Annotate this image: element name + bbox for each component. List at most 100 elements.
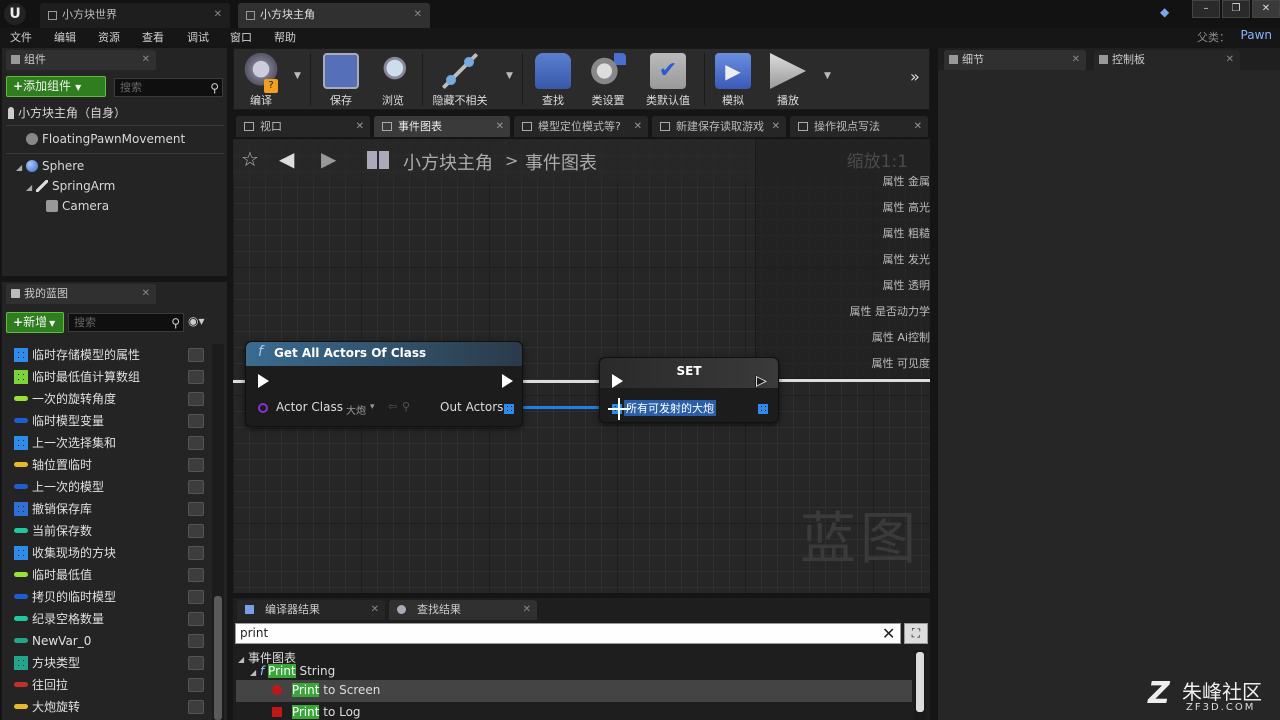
- variable-item[interactable]: 收集现场的方块: [6, 542, 206, 564]
- play-button[interactable]: 播放: [764, 49, 812, 109]
- visibility-toggle-icon[interactable]: [188, 612, 204, 626]
- use-selected-arrow-icon[interactable]: ⇦: [388, 400, 397, 413]
- close-icon[interactable]: ✕: [634, 116, 642, 137]
- clear-search-icon[interactable]: ✕: [882, 624, 895, 643]
- tab-viewport[interactable]: 视口 ✕: [236, 116, 370, 137]
- details-tab[interactable]: 细节 ✕: [944, 50, 1086, 70]
- close-icon[interactable]: ✕: [371, 600, 379, 620]
- variable-item[interactable]: 撤销保存库: [6, 498, 206, 520]
- menu-edit[interactable]: 编辑: [54, 29, 76, 45]
- find-button[interactable]: 查找: [530, 49, 576, 109]
- tab-function[interactable]: 新建保存读取游戏 ✕: [652, 116, 786, 137]
- expand-arrow-icon[interactable]: ◢: [26, 183, 32, 192]
- visibility-toggle-icon[interactable]: [188, 480, 204, 494]
- menu-view[interactable]: 查看: [142, 29, 164, 45]
- close-icon[interactable]: ✕: [914, 116, 922, 137]
- browse-magnifier-icon[interactable]: ⚲: [402, 400, 410, 413]
- visibility-toggle-icon[interactable]: [188, 370, 204, 384]
- variable-item[interactable]: 临时存储模型的属性: [6, 344, 206, 366]
- find-results-tab[interactable]: 查找结果 ✕: [389, 600, 537, 620]
- forward-arrow-icon[interactable]: ▶: [321, 147, 336, 171]
- find-in-all-blueprints-button[interactable]: ⛶: [904, 623, 928, 644]
- event-graph-canvas[interactable]: ☆ ◀ ▶ 小方块主角 > 事件图表 缩放1:1 属性 金属属性 高光属性 粗糙…: [233, 139, 930, 593]
- component-item[interactable]: ◢ Sphere: [16, 159, 84, 173]
- property-node-label[interactable]: 属性 金属: [883, 173, 931, 189]
- close-icon[interactable]: ✕: [496, 116, 504, 137]
- results-scrollbar[interactable]: [914, 650, 926, 720]
- visibility-toggle-icon[interactable]: [188, 524, 204, 538]
- component-root-item[interactable]: 小方块主角（自身）: [8, 104, 126, 121]
- menu-window[interactable]: 窗口: [230, 29, 252, 45]
- compile-button[interactable]: ? 编译: [238, 49, 284, 109]
- window-tab-world[interactable]: 小方块世界 ✕: [40, 3, 230, 28]
- back-arrow-icon[interactable]: ◀: [279, 147, 294, 171]
- blueprint-search-input[interactable]: 搜索 ⚲: [68, 313, 184, 332]
- visibility-toggle-icon[interactable]: [188, 436, 204, 450]
- property-node-label[interactable]: 属性 发光: [883, 251, 931, 267]
- close-icon[interactable]: ✕: [142, 284, 150, 304]
- variable-item[interactable]: 当前保存数: [6, 520, 206, 542]
- close-icon[interactable]: ✕: [1226, 50, 1234, 70]
- visibility-toggle-icon[interactable]: [188, 568, 204, 582]
- menu-asset[interactable]: 资源: [98, 29, 120, 45]
- property-node-label[interactable]: 属性 高光: [883, 199, 931, 215]
- component-item[interactable]: FloatingPawnMovement: [26, 132, 185, 146]
- visibility-toggle-icon[interactable]: [188, 392, 204, 406]
- notification-icon[interactable]: ◆: [1160, 5, 1174, 19]
- browse-button[interactable]: 浏览: [370, 49, 416, 109]
- add-component-button[interactable]: +添加组件 ▼: [6, 76, 106, 97]
- new-item-button[interactable]: +新增 ▼: [6, 312, 64, 333]
- close-icon[interactable]: ✕: [414, 3, 422, 27]
- class-dropdown[interactable]: 大炮: [346, 402, 366, 417]
- property-node-label[interactable]: 属性 透明: [883, 277, 931, 293]
- variable-item[interactable]: 上一次选择集和: [6, 432, 206, 454]
- components-tab[interactable]: 组件 ✕: [6, 50, 156, 70]
- save-button[interactable]: 保存: [318, 49, 364, 109]
- property-node-label[interactable]: 属性 是否动力学: [850, 303, 931, 319]
- compile-options-chevron-icon[interactable]: ▼: [294, 71, 301, 81]
- breadcrumb-root[interactable]: 小方块主角: [403, 149, 493, 175]
- variable-item[interactable]: 方块类型: [6, 652, 206, 674]
- result-item[interactable]: Print to Log: [272, 705, 361, 719]
- chevron-down-icon[interactable]: ▾: [370, 402, 375, 412]
- variable-item[interactable]: 大炮旋转: [6, 696, 206, 718]
- visibility-toggle-icon[interactable]: [188, 546, 204, 560]
- array-out-pin[interactable]: [504, 404, 514, 414]
- components-search-input[interactable]: 搜索 ⚲: [114, 78, 223, 97]
- variable-item[interactable]: 一次的旋转角度: [6, 388, 206, 410]
- visibility-toggle-icon[interactable]: [188, 678, 204, 692]
- scrollbar-thumb[interactable]: [916, 652, 924, 712]
- component-item[interactable]: Camera: [46, 199, 109, 213]
- menu-file[interactable]: 文件: [10, 29, 32, 45]
- menu-help[interactable]: 帮助: [274, 29, 296, 45]
- variable-item[interactable]: NewVar_0: [6, 630, 206, 652]
- class-settings-button[interactable]: 类设置: [584, 49, 632, 109]
- close-window-button[interactable]: ✕: [1252, 0, 1280, 18]
- visibility-toggle-icon[interactable]: [188, 502, 204, 516]
- parent-class-link[interactable]: Pawn: [1241, 28, 1272, 42]
- get-all-actors-node[interactable]: f Get All Actors Of Class Actor Class 大炮…: [245, 341, 523, 427]
- view-options-eye-icon[interactable]: ◉▾: [188, 314, 205, 328]
- expand-arrow-icon[interactable]: ◢: [238, 655, 244, 664]
- variable-item[interactable]: 上一次的模型: [6, 476, 206, 498]
- property-node-label[interactable]: 属性 Ai控制: [872, 329, 930, 345]
- maximize-button[interactable]: ❐: [1222, 0, 1250, 18]
- set-variable-node[interactable]: SET ▷ 所有可发射的大炮: [599, 357, 779, 423]
- result-item[interactable]: Print to Screen: [272, 683, 380, 697]
- window-tab-pawn[interactable]: 小方块主角 ✕: [238, 3, 430, 28]
- variable-item[interactable]: 临时最低值计算数组: [6, 366, 206, 388]
- tab-function[interactable]: 操作视点写法 ✕: [790, 116, 928, 137]
- visibility-toggle-icon[interactable]: [188, 414, 204, 428]
- visibility-toggle-icon[interactable]: [188, 700, 204, 714]
- variable-item[interactable]: 临时最低值: [6, 564, 206, 586]
- find-query-input[interactable]: print: [235, 623, 901, 644]
- visibility-toggle-icon[interactable]: [188, 348, 204, 362]
- variable-item[interactable]: 往回拉: [6, 674, 206, 696]
- property-node-label[interactable]: 属性 粗糙: [883, 225, 931, 241]
- visibility-toggle-icon[interactable]: [188, 458, 204, 472]
- star-icon[interactable]: ☆: [241, 147, 259, 171]
- variable-item[interactable]: 拷贝的临时模型: [6, 586, 206, 608]
- variable-item[interactable]: 临时模型变量: [6, 410, 206, 432]
- component-item[interactable]: ◢ SpringArm: [26, 179, 115, 193]
- variable-item[interactable]: 纪录空格数量: [6, 608, 206, 630]
